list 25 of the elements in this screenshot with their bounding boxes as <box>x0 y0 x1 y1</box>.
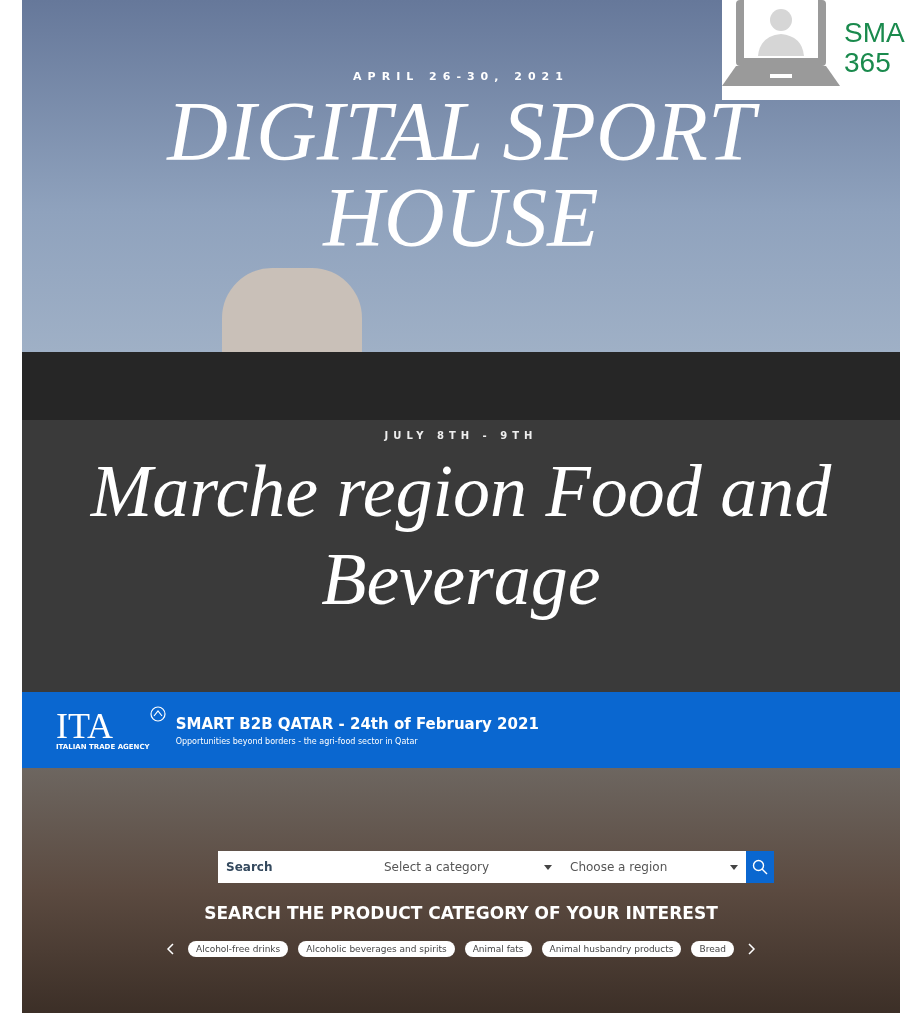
search-button[interactable] <box>746 851 774 883</box>
category-chip[interactable]: Bread <box>691 941 734 957</box>
banner-title: DIGITAL SPORT HOUSE <box>81 89 841 261</box>
logo-text: SMA <box>844 18 905 48</box>
caret-icon <box>544 864 552 870</box>
chevron-right-icon[interactable] <box>747 943 756 955</box>
caret-icon <box>730 864 738 870</box>
banner-title: Marche region Food and Beverage <box>89 449 833 622</box>
logo-text: ITA <box>56 709 114 743</box>
category-dropdown[interactable]: Select a category <box>374 851 560 883</box>
search-icon <box>752 859 768 875</box>
category-chip[interactable]: Alcohol-free drinks <box>188 941 289 957</box>
region-dropdown[interactable]: Choose a region <box>560 851 746 883</box>
search-field[interactable]: Search <box>218 851 374 883</box>
category-chip[interactable]: Alcoholic beverages and spirits <box>298 941 455 957</box>
header-subtitle: Opportunities beyond borders - the agri-food sector in Qatar <box>175 736 419 746</box>
section-heading: SEARCH THE PRODUCT CATEGORY OF YOUR INTEREST <box>204 903 718 923</box>
emblem-icon <box>149 706 166 722</box>
header-title: SMART B2B QATAR - 24th of February 2021 <box>175 714 539 733</box>
category-chip[interactable]: Animal husbandry products <box>541 941 682 957</box>
category-chip[interactable]: Animal fats <box>464 941 532 957</box>
logo-text: 365 <box>844 48 892 78</box>
event-date: JULY 8TH - 9TH <box>384 430 538 441</box>
event-date: APRIL 26-30, 2021 <box>353 70 569 83</box>
chevron-left-icon[interactable] <box>166 943 175 955</box>
